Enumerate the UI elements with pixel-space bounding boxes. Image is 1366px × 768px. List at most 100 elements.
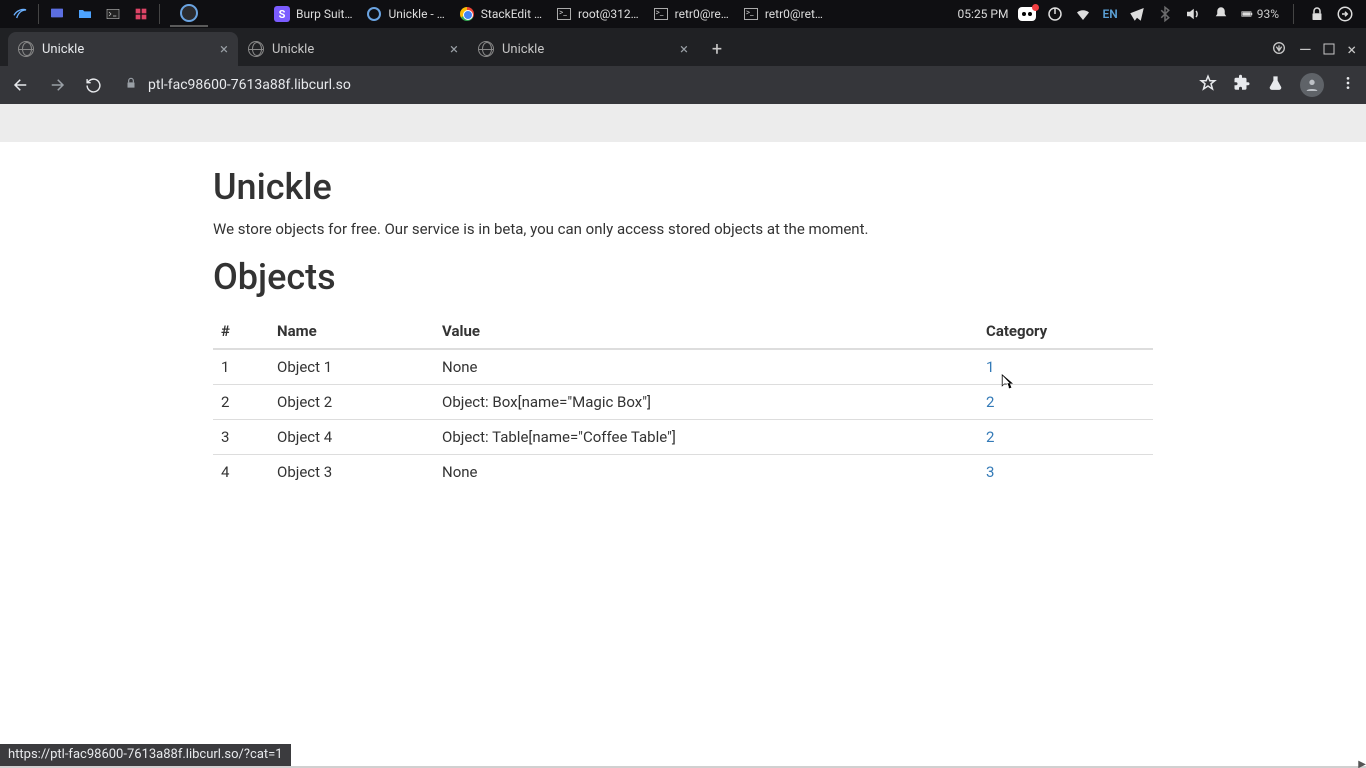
separator xyxy=(159,4,160,24)
files-icon[interactable] xyxy=(71,0,99,28)
link-status-bar: https://ptl-fac98600-7613a88f.libcurl.so… xyxy=(0,744,291,766)
taskbar-window-label: retr0@re… xyxy=(675,7,729,21)
os-taskbar: S Burp Suit… Unickle - … StackEdit … root… xyxy=(0,0,1366,28)
notifications-icon[interactable] xyxy=(1212,5,1230,23)
lock-icon xyxy=(124,76,138,94)
tab-title: Unickle xyxy=(502,42,672,57)
terminal-icon xyxy=(653,6,669,22)
close-icon[interactable]: × xyxy=(680,40,688,58)
globe-icon xyxy=(478,41,494,57)
tab-search-icon[interactable] xyxy=(1271,40,1287,60)
cell-idx: 3 xyxy=(213,420,269,455)
terminal-icon xyxy=(556,6,572,22)
nav-back-button[interactable] xyxy=(10,74,32,96)
browser-tab[interactable]: Unickle × xyxy=(8,32,238,66)
burp-icon: S xyxy=(274,6,290,22)
browser-tab[interactable]: Unickle × xyxy=(468,32,698,66)
power-icon[interactable] xyxy=(1046,5,1064,23)
category-link[interactable]: 3 xyxy=(986,463,994,481)
page-content: Unickle We store objects for free. Our s… xyxy=(0,166,1366,489)
separator xyxy=(1293,4,1294,24)
cell-value: Object: Box[name="Magic Box"] xyxy=(434,385,978,420)
taskbar-window-label: Burp Suit… xyxy=(296,7,352,21)
url-text: ptl-fac98600-7613a88f.libcurl.so xyxy=(148,77,351,93)
app-grid-icon[interactable] xyxy=(127,0,155,28)
cell-idx: 1 xyxy=(213,349,269,385)
terminal-icon[interactable] xyxy=(99,0,127,28)
cell-category: 2 xyxy=(978,385,1153,420)
taskbar-window[interactable]: S Burp Suit… xyxy=(268,0,358,28)
wifi-icon[interactable] xyxy=(1074,5,1092,23)
taskbar-window-label: retr0@ret… xyxy=(765,7,823,21)
table-row: 2 Object 2 Object: Box[name="Magic Box"]… xyxy=(213,385,1153,420)
table-header-row: # Name Value Category xyxy=(213,314,1153,349)
cell-name: Object 4 xyxy=(269,420,434,455)
cell-name: Object 2 xyxy=(269,385,434,420)
cell-value: None xyxy=(434,349,978,385)
labs-icon[interactable] xyxy=(1267,75,1284,96)
close-icon[interactable]: × xyxy=(220,40,228,58)
clock[interactable]: 05:25 PM xyxy=(958,7,1009,21)
nav-forward-button[interactable] xyxy=(46,74,68,96)
address-bar[interactable]: ptl-fac98600-7613a88f.libcurl.so xyxy=(118,76,1185,94)
taskbar-launchers xyxy=(6,0,208,28)
keyboard-lang[interactable]: EN xyxy=(1102,7,1117,21)
taskbar-window-label: root@312… xyxy=(578,7,639,21)
taskbar-window[interactable]: retr0@ret… xyxy=(737,0,829,28)
page-lead: We store objects for free. Our service i… xyxy=(213,220,1153,238)
objects-table: # Name Value Category 1 Object 1 None 1 … xyxy=(213,314,1153,489)
taskbar-window[interactable]: root@312… xyxy=(550,0,645,28)
desktop-icon[interactable] xyxy=(43,0,71,28)
window-close-icon[interactable]: × xyxy=(1347,40,1356,60)
discord-icon[interactable] xyxy=(1018,5,1036,23)
cell-name: Object 1 xyxy=(269,349,434,385)
taskbar-active-chromium[interactable] xyxy=(170,1,208,27)
globe-icon xyxy=(18,41,34,57)
tab-title: Unickle xyxy=(272,42,442,57)
browser-tab[interactable]: Unickle × xyxy=(238,32,468,66)
volume-icon[interactable] xyxy=(1184,5,1202,23)
category-link[interactable]: 2 xyxy=(986,428,994,446)
cell-value: None xyxy=(434,455,978,490)
col-header-value: Value xyxy=(434,314,978,349)
taskbar-window[interactable]: StackEdit … xyxy=(453,0,548,28)
cell-idx: 2 xyxy=(213,385,269,420)
new-tab-button[interactable]: + xyxy=(702,34,732,64)
col-header-category: Category xyxy=(978,314,1153,349)
window-maximize-icon[interactable] xyxy=(1323,40,1335,60)
taskbar-windows: S Burp Suit… Unickle - … StackEdit … root… xyxy=(268,0,829,28)
logout-icon[interactable] xyxy=(1336,5,1354,23)
lock-icon[interactable] xyxy=(1308,5,1326,23)
battery-icon[interactable]: 93% xyxy=(1240,5,1279,23)
cell-category: 3 xyxy=(978,455,1153,490)
chromium-icon xyxy=(366,6,382,22)
separator xyxy=(38,4,39,24)
table-row: 4 Object 3 None 3 xyxy=(213,455,1153,490)
taskbar-window-label: Unickle - … xyxy=(388,7,444,21)
nav-reload-button[interactable] xyxy=(82,74,104,96)
cell-idx: 4 xyxy=(213,455,269,490)
taskbar-window[interactable]: retr0@re… xyxy=(647,0,735,28)
taskbar-window-label: StackEdit … xyxy=(481,7,542,21)
taskbar-tray: 05:25 PM EN 93% xyxy=(958,4,1360,24)
cell-category: 1 xyxy=(978,349,1153,385)
cell-name: Object 3 xyxy=(269,455,434,490)
table-row: 3 Object 4 Object: Table[name="Coffee Ta… xyxy=(213,420,1153,455)
category-link[interactable]: 2 xyxy=(986,393,994,411)
telegram-icon[interactable] xyxy=(1128,5,1146,23)
bookmark-star-icon[interactable] xyxy=(1199,74,1217,96)
kebab-menu-icon[interactable] xyxy=(1340,75,1356,95)
bluetooth-icon[interactable] xyxy=(1156,5,1174,23)
objects-heading: Objects xyxy=(213,256,1153,298)
page-title: Unickle xyxy=(213,166,1153,208)
close-icon[interactable]: × xyxy=(450,40,458,58)
kali-menu-icon[interactable] xyxy=(6,0,34,28)
extensions-icon[interactable] xyxy=(1233,74,1251,96)
profile-avatar[interactable] xyxy=(1300,73,1324,97)
page-top-strip xyxy=(0,104,1366,142)
category-link[interactable]: 1 xyxy=(986,358,994,376)
globe-icon xyxy=(248,41,264,57)
taskbar-window[interactable]: Unickle - … xyxy=(360,0,450,28)
toolbar-actions xyxy=(1199,73,1356,97)
window-minimize-icon[interactable]: — xyxy=(1299,40,1312,60)
